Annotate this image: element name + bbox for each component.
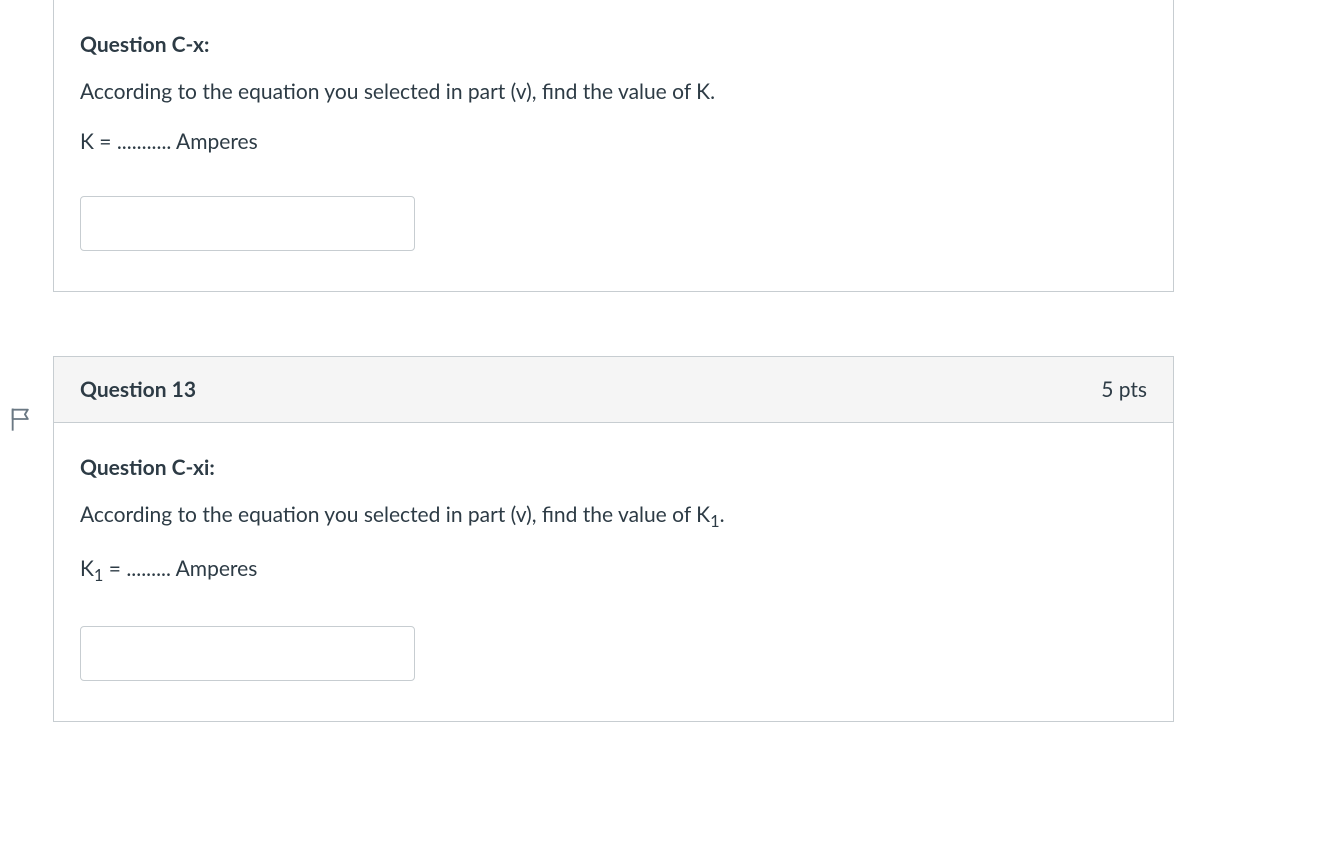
- question-number: Question 13: [80, 377, 196, 402]
- question-header: Question 13 5 pts: [54, 357, 1173, 423]
- question-card: Question 13 5 pts Question C-xi: Accordi…: [53, 356, 1174, 722]
- answer-input[interactable]: [80, 196, 415, 251]
- question-prompt: According to the equation you selected i…: [80, 500, 1147, 534]
- question-points: 5 pts: [1101, 377, 1147, 402]
- flag-icon[interactable]: [8, 405, 36, 433]
- question-card: Question C-x: According to the equation …: [53, 0, 1174, 292]
- question-body: Question C-xi: According to the equation…: [54, 423, 1173, 721]
- question-body: Question C-x: According to the equation …: [54, 0, 1173, 291]
- question-subtitle: Question C-x:: [80, 32, 1147, 57]
- question-prompt: According to the equation you selected i…: [80, 77, 1147, 107]
- answer-input[interactable]: [80, 626, 415, 681]
- question-blank-line: K = ........... Amperes: [80, 127, 1147, 157]
- question-subtitle: Question C-xi:: [80, 455, 1147, 480]
- question-blank-line: K1 = ......... Amperes: [80, 554, 1147, 588]
